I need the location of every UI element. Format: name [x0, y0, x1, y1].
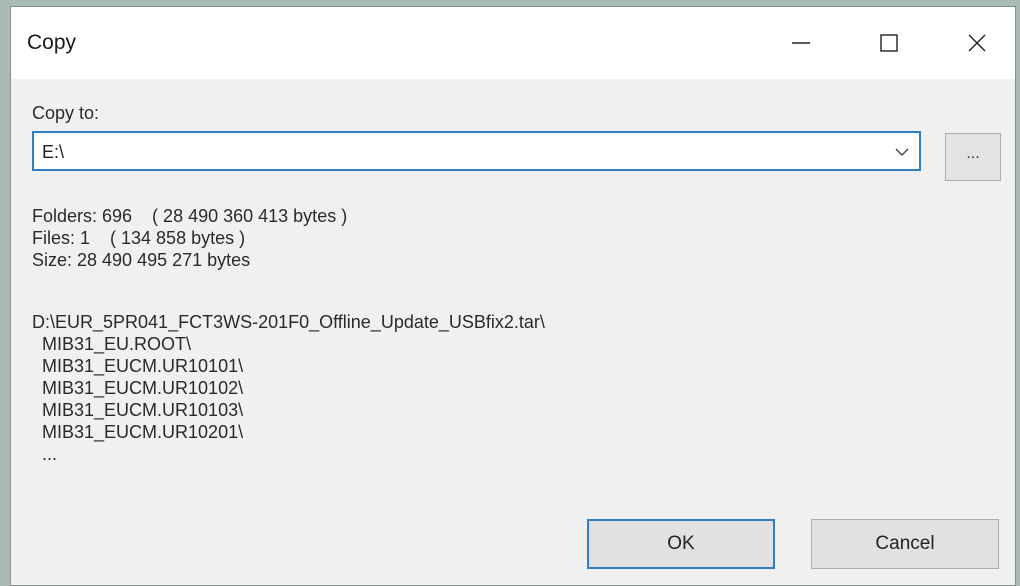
copy-dialog: Copy Copy to: ... Folders: 696 ( 28 490 … — [10, 6, 1016, 586]
destination-input[interactable] — [40, 137, 884, 167]
close-icon — [968, 34, 986, 52]
maximize-button[interactable] — [851, 7, 927, 79]
list-item: MIB31_EUCM.UR10102\ — [32, 378, 244, 398]
title-bar[interactable]: Copy — [11, 7, 1015, 79]
copy-to-label: Copy to: — [32, 103, 100, 123]
ok-button[interactable]: OK — [587, 519, 775, 569]
list-item: MIB31_EUCM.UR10201\ — [32, 422, 244, 442]
cancel-button[interactable]: Cancel — [811, 519, 999, 569]
browse-button[interactable]: ... — [945, 133, 1001, 181]
source-path-list: D:\EUR_5PR041_FCT3WS-201F0_Offline_Updat… — [32, 311, 545, 465]
folders-stat: Folders: 696 ( 28 490 360 413 bytes ) — [32, 206, 348, 226]
list-item: ... — [32, 444, 58, 464]
list-item: MIB31_EUCM.UR10101\ — [32, 356, 244, 376]
copy-stats: Folders: 696 ( 28 490 360 413 bytes ) Fi… — [32, 205, 347, 271]
list-item: MIB31_EU.ROOT\ — [32, 334, 192, 354]
minimize-button[interactable] — [763, 7, 839, 79]
destination-combobox[interactable] — [32, 131, 921, 171]
maximize-icon — [880, 34, 898, 52]
list-item: MIB31_EUCM.UR10103\ — [32, 400, 244, 420]
list-item: D:\EUR_5PR041_FCT3WS-201F0_Offline_Updat… — [32, 312, 545, 332]
files-stat: Files: 1 ( 134 858 bytes ) — [32, 228, 246, 248]
close-button[interactable] — [939, 7, 1015, 79]
chevron-down-icon[interactable] — [893, 143, 911, 161]
size-stat: Size: 28 490 495 271 bytes — [32, 250, 251, 270]
minimize-icon — [792, 42, 810, 44]
window-title: Copy — [27, 31, 77, 54]
